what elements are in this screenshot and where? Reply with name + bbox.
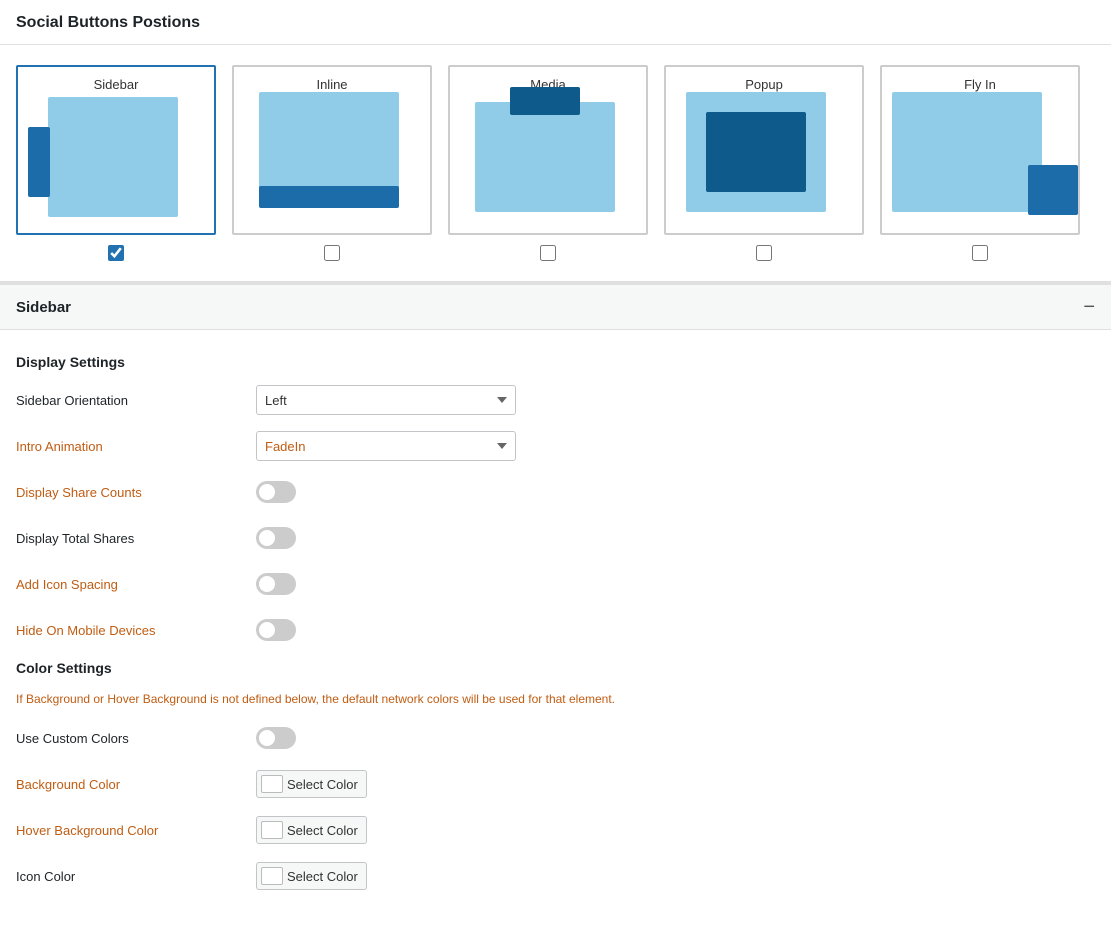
- page-header: Social Buttons Postions: [0, 0, 1111, 45]
- position-checkbox-flyin[interactable]: [972, 245, 988, 261]
- color-settings-title: Color Settings: [16, 660, 1095, 676]
- setting-label-share-counts: Display Share Counts: [16, 485, 256, 500]
- icon-color-button-label: Select Color: [287, 869, 358, 884]
- setting-row-orientation: Sidebar Orientation Left Right: [16, 384, 1095, 416]
- total-shares-slider: [256, 527, 296, 549]
- sidebar-section: Sidebar − Display Settings Sidebar Orien…: [0, 284, 1111, 930]
- position-card-box-sidebar[interactable]: Sidebar: [16, 65, 216, 235]
- inline-illustration: [234, 67, 430, 233]
- position-card-inline: Inline: [232, 65, 432, 261]
- flyin-bg-rect: [892, 92, 1042, 212]
- position-card-flyin: Fly In: [880, 65, 1080, 261]
- positions-grid: Sidebar Inline: [16, 65, 1095, 261]
- icon-spacing-slider: [256, 573, 296, 595]
- position-checkbox-area-inline[interactable]: [324, 245, 340, 261]
- sidebar-orientation-select[interactable]: Left Right: [256, 385, 516, 415]
- media-illustration: [450, 67, 646, 233]
- setting-row-icon-color: Icon Color Select Color: [16, 860, 1095, 892]
- position-checkbox-area-flyin[interactable]: [972, 245, 988, 261]
- flyin-illustration: [882, 67, 1078, 233]
- setting-label-animation: Intro Animation: [16, 439, 256, 454]
- display-settings-title: Display Settings: [16, 354, 1095, 370]
- icon-spacing-toggle[interactable]: [256, 573, 296, 595]
- position-card-box-popup[interactable]: Popup: [664, 65, 864, 235]
- position-card-media: Media: [448, 65, 648, 261]
- total-shares-toggle[interactable]: [256, 527, 296, 549]
- setting-label-custom-colors: Use Custom Colors: [16, 731, 256, 746]
- setting-label-total-shares: Display Total Shares: [16, 531, 256, 546]
- inline-bottom-bar: [259, 186, 399, 208]
- position-checkbox-area-media[interactable]: [540, 245, 556, 261]
- sidebar-section-body: Display Settings Sidebar Orientation Lef…: [0, 330, 1111, 930]
- hide-mobile-slider: [256, 619, 296, 641]
- setting-label-hide-mobile: Hide On Mobile Devices: [16, 623, 256, 638]
- intro-animation-select[interactable]: FadeIn FadeOut SlideIn: [256, 431, 516, 461]
- position-checkbox-popup[interactable]: [756, 245, 772, 261]
- custom-colors-toggle[interactable]: [256, 727, 296, 749]
- sidebar-section-title: Sidebar: [16, 299, 71, 316]
- setting-label-icon-color: Icon Color: [16, 869, 256, 884]
- setting-row-custom-colors: Use Custom Colors: [16, 722, 1095, 754]
- position-checkbox-area-popup[interactable]: [756, 245, 772, 261]
- setting-row-hover-bg-color: Hover Background Color Select Color: [16, 814, 1095, 846]
- setting-label-icon-spacing: Add Icon Spacing: [16, 577, 256, 592]
- collapse-icon: −: [1083, 297, 1095, 317]
- flyin-corner-box: [1028, 165, 1078, 215]
- hide-mobile-toggle[interactable]: [256, 619, 296, 641]
- hover-bg-color-button[interactable]: Select Color: [256, 816, 367, 844]
- share-counts-slider: [256, 481, 296, 503]
- setting-label-hover-bg-color: Hover Background Color: [16, 823, 256, 838]
- bg-color-button-label: Select Color: [287, 777, 358, 792]
- icon-color-swatch: [261, 867, 283, 885]
- position-card-sidebar: Sidebar: [16, 65, 216, 261]
- setting-row-icon-spacing: Add Icon Spacing: [16, 568, 1095, 600]
- sidebar-section-header[interactable]: Sidebar −: [0, 284, 1111, 330]
- sidebar-side-strip: [28, 127, 50, 197]
- media-top-bar: [510, 87, 580, 115]
- hover-bg-color-button-label: Select Color: [287, 823, 358, 838]
- page-title: Social Buttons Postions: [16, 14, 1095, 32]
- bg-color-swatch: [261, 775, 283, 793]
- setting-row-animation: Intro Animation FadeIn FadeOut SlideIn: [16, 430, 1095, 462]
- setting-row-hide-mobile: Hide On Mobile Devices: [16, 614, 1095, 646]
- position-card-popup: Popup: [664, 65, 864, 261]
- position-checkbox-inline[interactable]: [324, 245, 340, 261]
- positions-area: Sidebar Inline: [0, 45, 1111, 284]
- hover-bg-color-swatch: [261, 821, 283, 839]
- sidebar-bg-rect: [48, 97, 178, 217]
- setting-label-bg-color: Background Color: [16, 777, 256, 792]
- sidebar-illustration: [18, 67, 214, 233]
- setting-row-share-counts: Display Share Counts: [16, 476, 1095, 508]
- icon-color-button[interactable]: Select Color: [256, 862, 367, 890]
- popup-illustration: [666, 67, 862, 233]
- custom-colors-slider: [256, 727, 296, 749]
- position-card-box-flyin[interactable]: Fly In: [880, 65, 1080, 235]
- color-settings-note: If Background or Hover Background is not…: [16, 690, 1095, 708]
- position-checkbox-media[interactable]: [540, 245, 556, 261]
- setting-row-total-shares: Display Total Shares: [16, 522, 1095, 554]
- share-counts-toggle[interactable]: [256, 481, 296, 503]
- setting-row-bg-color: Background Color Select Color: [16, 768, 1095, 800]
- position-checkbox-sidebar[interactable]: [108, 245, 124, 261]
- setting-label-orientation: Sidebar Orientation: [16, 393, 256, 408]
- bg-color-button[interactable]: Select Color: [256, 770, 367, 798]
- position-card-box-media[interactable]: Media: [448, 65, 648, 235]
- position-card-box-inline[interactable]: Inline: [232, 65, 432, 235]
- position-checkbox-area-sidebar[interactable]: [108, 245, 124, 261]
- popup-center-box: [706, 112, 806, 192]
- media-bg-rect: [475, 102, 615, 212]
